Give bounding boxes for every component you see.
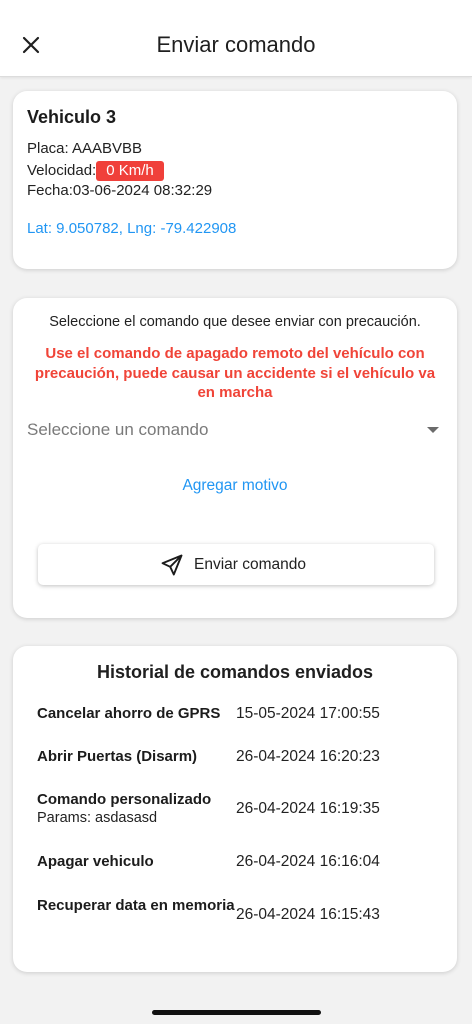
history-command-date: 26-04-2024 16:19:35 bbox=[236, 800, 380, 817]
page-title: Enviar comando bbox=[156, 32, 316, 57]
app-bar: Enviar comando bbox=[0, 0, 472, 77]
vehicle-speed-row: Velocidad: 0 Km/h bbox=[27, 161, 164, 181]
vehicle-plate: Placa: AAABVBB bbox=[27, 140, 143, 157]
vehicle-speed-label: Velocidad: bbox=[27, 162, 97, 179]
history-command-name: Abrir Puertas (Disarm) bbox=[37, 748, 198, 765]
history-command-date: 26-04-2024 16:16:04 bbox=[236, 853, 380, 870]
send-command-label: Enviar comando bbox=[194, 556, 307, 573]
history-command-date: 26-04-2024 16:20:23 bbox=[236, 748, 380, 765]
history-command-name: Cancelar ahorro de GPRS bbox=[37, 705, 221, 722]
speed-badge: 0 Km/h bbox=[96, 161, 164, 181]
command-select[interactable]: Seleccione un comando bbox=[27, 418, 443, 446]
home-indicator bbox=[152, 1010, 321, 1015]
add-reason-link[interactable]: Agregar motivo bbox=[13, 477, 457, 495]
history-command-date: 15-05-2024 17:00:55 bbox=[236, 705, 380, 722]
vehicle-location-link[interactable]: Lat: 9.050782, Lng: -79.422908 bbox=[27, 220, 236, 237]
command-select-placeholder: Seleccione un comando bbox=[27, 420, 209, 439]
history-command-name: Comando personalizado bbox=[37, 791, 212, 808]
history-title: Historial de comandos enviados bbox=[96, 662, 374, 682]
command-card: Seleccione el comando que desee enviar c… bbox=[13, 298, 457, 618]
history-command-name: Apagar vehiculo bbox=[37, 853, 154, 870]
dropdown-arrow-icon bbox=[427, 427, 439, 433]
vehicle-name: Vehiculo 3 bbox=[27, 107, 117, 127]
vehicle-card: Vehiculo 3 Placa: AAABVBB Velocidad: 0 Km… bbox=[13, 91, 457, 269]
command-intro-text: Seleccione el comando que desee enviar c… bbox=[49, 314, 421, 330]
history-command-name: Recuperar data en memoria bbox=[37, 897, 235, 914]
command-warning-text: Use el comando de apagado remoto del veh… bbox=[34, 345, 436, 401]
send-command-button[interactable]: Enviar comando bbox=[38, 544, 434, 585]
history-command-params: Params: asdasasd bbox=[37, 810, 158, 826]
history-card: Historial de comandos enviados Cancelar … bbox=[13, 646, 457, 972]
send-icon bbox=[161, 554, 183, 576]
vehicle-date: Fecha:03-06-2024 08:32:29 bbox=[27, 182, 213, 199]
history-command-date: 26-04-2024 16:15:43 bbox=[236, 906, 380, 923]
